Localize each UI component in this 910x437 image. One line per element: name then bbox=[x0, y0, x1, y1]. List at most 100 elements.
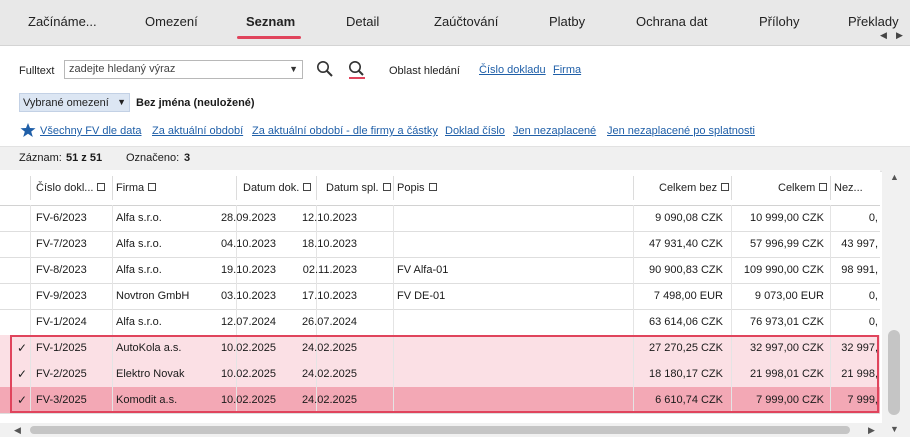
cell-cislo: FV-6/2023 bbox=[36, 212, 87, 224]
table-row[interactable]: FV-8/2023 Alfa s.r.o. 19.10.2023 02.11.2023… bbox=[0, 257, 880, 284]
scroll-left-icon[interactable]: ◀ bbox=[14, 425, 21, 436]
quick-filter-nezaplacene-splatnost[interactable]: Jen nezaplacené po splatnosti bbox=[607, 125, 755, 137]
chevron-down-icon[interactable]: ▼ bbox=[289, 64, 298, 74]
cell-celkem: 21 998,01 CZK bbox=[750, 368, 824, 380]
quick-filter-aktualni-obdobi[interactable]: Za aktuální období bbox=[152, 125, 243, 137]
marked-label: Označeno: bbox=[126, 152, 180, 164]
cell-datum-dok: 28.09.2023 bbox=[220, 212, 276, 224]
records-label: Záznam: bbox=[19, 152, 62, 164]
cell-celkem-bez: 27 270,25 CZK bbox=[649, 342, 723, 354]
tab-preklady[interactable]: Překlady bbox=[848, 14, 899, 29]
star-icon[interactable] bbox=[20, 122, 36, 138]
tab-omezeni[interactable]: Omezení bbox=[145, 14, 198, 29]
filter-select[interactable]: Vybrané omezení ▼ bbox=[19, 93, 130, 112]
cell-datum-spl: 26.07.2024 bbox=[301, 316, 357, 328]
cell-celkem-bez: 47 931,40 CZK bbox=[649, 238, 723, 250]
quick-filter-doklad-cislo[interactable]: Doklad číslo bbox=[445, 125, 505, 137]
cell-celkem-bez: 9 090,08 CZK bbox=[655, 212, 723, 224]
table-row[interactable]: ✓ FV-1/2025 AutoKola a.s. 10.02.2025 24.02.2… bbox=[0, 335, 880, 362]
tab-seznam[interactable]: Seznam bbox=[246, 14, 295, 29]
table-row[interactable]: ✓ FV-2/2025 Elektro Novak 10.02.2025 24.02.2… bbox=[0, 361, 880, 388]
cell-datum-spl: 24.02.2025 bbox=[301, 368, 357, 380]
cell-celkem: 10 999,00 CZK bbox=[750, 212, 824, 224]
vertical-scroll-thumb[interactable] bbox=[888, 330, 900, 415]
cell-celkem-bez: 6 610,74 CZK bbox=[655, 394, 723, 406]
cell-firma: Alfa s.r.o. bbox=[116, 238, 162, 250]
cell-datum-dok: 10.02.2025 bbox=[220, 368, 276, 380]
horizontal-scroll-thumb[interactable] bbox=[30, 426, 850, 434]
cell-cislo: FV-2/2025 bbox=[36, 368, 87, 380]
column-header-popis[interactable]: Popis bbox=[397, 182, 437, 194]
cell-firma: Novtron GmbH bbox=[116, 290, 190, 302]
cell-cislo: FV-1/2025 bbox=[36, 342, 87, 354]
cell-celkem-bez: 90 900,83 CZK bbox=[649, 264, 723, 276]
tab-ochrana-dat[interactable]: Ochrana dat bbox=[636, 14, 708, 29]
record-status-bar: Záznam: 51 z 51 Označeno: 3 bbox=[0, 146, 910, 172]
column-filter-icon[interactable] bbox=[303, 183, 312, 192]
cell-nezaplaceno: 0, bbox=[868, 212, 878, 224]
cell-firma: Komodit a.s. bbox=[116, 394, 178, 406]
search-icon[interactable] bbox=[316, 60, 334, 78]
column-filter-icon[interactable] bbox=[382, 183, 391, 192]
tab-platby[interactable]: Platby bbox=[549, 14, 585, 29]
cell-datum-spl: 24.02.2025 bbox=[301, 394, 357, 406]
column-header-datum-dok[interactable]: Datum dok. bbox=[243, 182, 312, 194]
table-row[interactable]: FV-6/2023 Alfa s.r.o. 28.09.2023 12.10.2023… bbox=[0, 205, 880, 232]
cell-datum-spl: 24.02.2025 bbox=[301, 342, 357, 354]
cell-cislo: FV-7/2023 bbox=[36, 238, 87, 250]
cell-datum-dok: 10.02.2025 bbox=[220, 342, 276, 354]
search-area-cislo-dokladu[interactable]: Číslo dokladu bbox=[479, 64, 546, 76]
cell-cislo: FV-9/2023 bbox=[36, 290, 87, 302]
cell-cislo: FV-3/2025 bbox=[36, 394, 87, 406]
quick-filter-nezaplacene[interactable]: Jen nezaplacené bbox=[513, 125, 596, 137]
column-filter-icon[interactable] bbox=[97, 183, 106, 192]
table-row[interactable]: FV-7/2023 Alfa s.r.o. 04.10.2023 18.10.2023… bbox=[0, 231, 880, 258]
scroll-right-icon[interactable]: ▶ bbox=[868, 425, 875, 436]
cell-celkem: 32 997,00 CZK bbox=[750, 342, 824, 354]
cell-firma: Elektro Novak bbox=[116, 368, 185, 380]
search-area-label: Oblast hledání bbox=[389, 65, 460, 77]
check-icon: ✓ bbox=[17, 341, 28, 355]
cell-datum-spl: 12.10.2023 bbox=[301, 212, 357, 224]
column-filter-icon[interactable] bbox=[819, 183, 828, 192]
clear-search-icon[interactable] bbox=[347, 60, 367, 80]
tab-bar: Začínáme... Omezení Seznam Detail Zaúčto… bbox=[0, 0, 910, 46]
column-header-celkem[interactable]: Celkem bbox=[778, 182, 828, 194]
scroll-down-icon[interactable]: ▼ bbox=[890, 424, 899, 434]
fulltext-input[interactable]: zadejte hledaný výraz ▼ bbox=[64, 60, 303, 79]
cell-firma: Alfa s.r.o. bbox=[116, 212, 162, 224]
cell-celkem-bez: 18 180,17 CZK bbox=[649, 368, 723, 380]
table-header: Číslo dokl... Firma Datum dok. Datum spl… bbox=[0, 170, 880, 206]
cell-datum-dok: 19.10.2023 bbox=[220, 264, 276, 276]
fulltext-placeholder: zadejte hledaný výraz bbox=[69, 63, 176, 75]
column-filter-icon[interactable] bbox=[148, 183, 157, 192]
cell-firma: Alfa s.r.o. bbox=[116, 316, 162, 328]
tab-prilohy[interactable]: Přílohy bbox=[759, 14, 799, 29]
search-area-firma[interactable]: Firma bbox=[553, 64, 581, 76]
column-header-firma[interactable]: Firma bbox=[116, 182, 157, 194]
cell-nezaplaceno: 0, bbox=[868, 290, 878, 302]
cell-nezaplaceno: 43 997, bbox=[841, 238, 878, 250]
cell-datum-dok: 12.07.2024 bbox=[220, 316, 276, 328]
scroll-up-icon[interactable]: ▲ bbox=[890, 172, 899, 182]
table-row[interactable]: FV-9/2023 Novtron GmbH 03.10.2023 17.10.202… bbox=[0, 283, 880, 310]
tab-zauctovani[interactable]: Zaúčtování bbox=[434, 14, 498, 29]
cell-datum-dok: 04.10.2023 bbox=[220, 238, 276, 250]
tab-scroll-left-icon[interactable]: ◀ bbox=[880, 30, 887, 41]
tab-detail[interactable]: Detail bbox=[346, 14, 379, 29]
cell-nezaplaceno: 7 999, bbox=[847, 394, 878, 406]
tab-scroll-right-icon[interactable]: ▶ bbox=[896, 30, 903, 41]
tab-zaciname[interactable]: Začínáme... bbox=[28, 14, 97, 29]
quick-filter-dle-firmy-castky[interactable]: Za aktuální období - dle firmy a částky bbox=[252, 125, 438, 137]
column-filter-icon[interactable] bbox=[428, 183, 437, 192]
quick-filter-vsechny-fv[interactable]: Všechny FV dle data bbox=[40, 125, 142, 137]
column-header-celkem-bez[interactable]: Celkem bez bbox=[659, 182, 730, 194]
column-header-datum-spl[interactable]: Datum spl. bbox=[326, 182, 391, 194]
table-row[interactable]: ✓ FV-3/2025 Komodit a.s. 10.02.2025 24.02.20… bbox=[0, 387, 880, 414]
column-header-cislo[interactable]: Číslo dokl... bbox=[36, 182, 106, 194]
column-filter-icon[interactable] bbox=[721, 183, 730, 192]
cell-celkem: 7 999,00 CZK bbox=[756, 394, 824, 406]
column-header-nezaplaceno[interactable]: Nez... bbox=[834, 182, 863, 194]
table-row[interactable]: FV-1/2024 Alfa s.r.o. 12.07.2024 26.07.2024… bbox=[0, 309, 880, 336]
fulltext-label: Fulltext bbox=[19, 65, 55, 77]
